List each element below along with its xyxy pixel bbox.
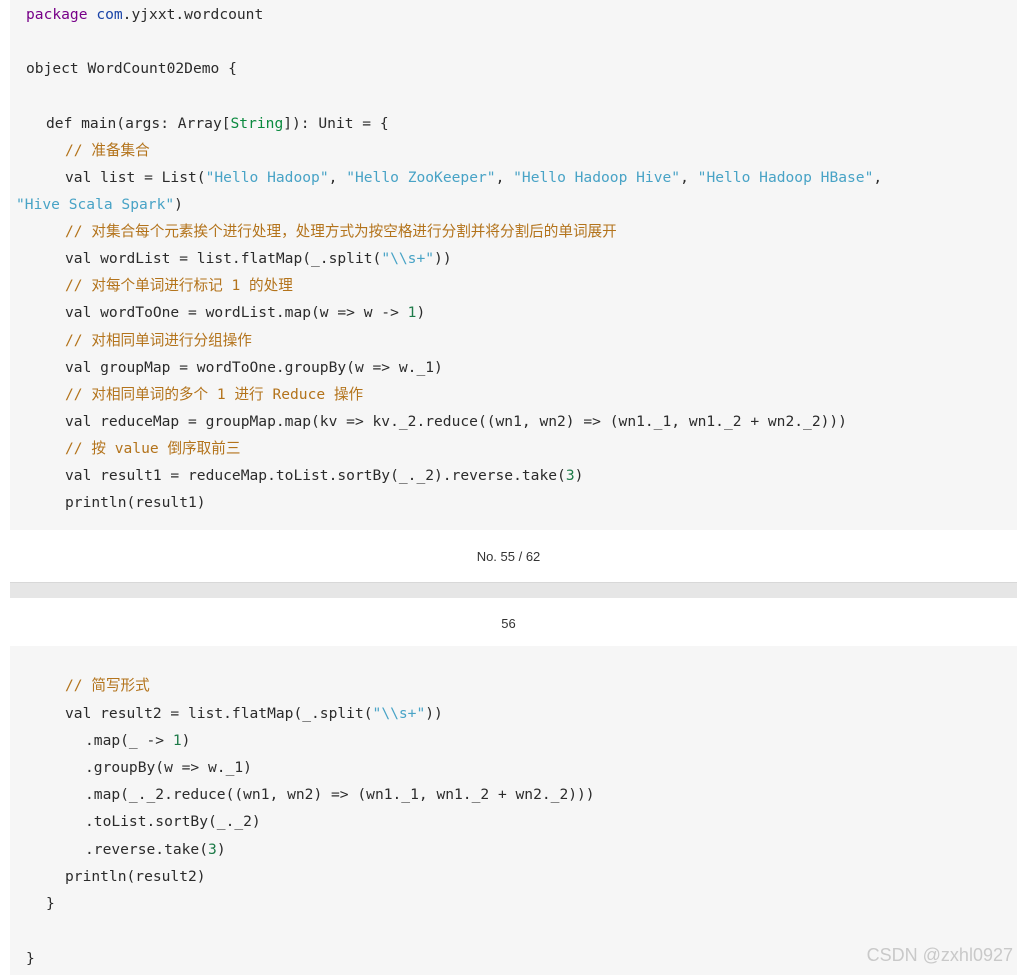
val-list-prefix: val list = List( [65, 169, 206, 186]
comment-group: // 对相同单词进行分组操作 [65, 332, 252, 349]
wordtoone-line: val wordToOne = wordList.map(w => w -> 1… [65, 302, 425, 324]
result1-number: 3 [565, 467, 575, 484]
csdn-watermark: CSDN @zxhl0927 [866, 945, 1013, 965]
wordlist-regex: "\\s+" [381, 250, 435, 267]
groupmap-line: val groupMap = wordToOne.groupBy(w => w.… [65, 359, 443, 376]
package-rest: .yjxxt.wordcount [122, 6, 264, 23]
println-result1: println(result1) [65, 494, 206, 511]
println-result2: println(result2) [65, 868, 206, 885]
result2-suffix: )) [425, 705, 443, 722]
comment-mark-one: // 对每个单词进行标记 1 的处理 [65, 277, 293, 294]
groupby-line: .groupBy(w => w._1) [85, 759, 252, 776]
map1-line: .map(_ -> 1) [85, 730, 190, 752]
list-item-1: "Hello Hadoop" [205, 169, 329, 186]
take-suffix: ) [216, 841, 226, 858]
map1-number: 1 [172, 732, 182, 749]
main-line: def main(args: Array[String]): Unit = { [46, 113, 389, 135]
object-keyword: object [26, 60, 79, 77]
code-block-page-55: package com.yjxxt.wordcount object WordC… [10, 0, 1017, 530]
main-signature-2: ]): Unit = { [283, 115, 389, 132]
list-sep-3: , [680, 169, 698, 186]
result2-line: val result2 = list.flatMap(_.split("\\s+… [65, 703, 443, 725]
code-block-page-56: // 简写形式 val result2 = list.flatMap(_.spl… [10, 646, 1017, 975]
main-signature-1: main(args: Array[ [72, 115, 231, 132]
sortby-line: .toList.sortBy(_._2) [85, 813, 261, 830]
def-keyword: def [46, 115, 73, 132]
page-number: 56 [501, 616, 516, 631]
result2-prefix: val result2 = list.flatMap(_.split( [65, 705, 373, 722]
comment-flatmap: // 对集合每个元素挨个进行处理，处理方式为按空格进行分割并将分割后的单词展开 [65, 223, 617, 240]
object-rest: WordCount02Demo { [78, 60, 237, 77]
wordtoone-prefix: val wordToOne = wordList.map(w => w -> [65, 304, 408, 321]
list-close: ) [174, 196, 183, 213]
result1-line: val result1 = reduceMap.toList.sortBy(_.… [65, 465, 583, 487]
page-footer: No. 55 / 62 [476, 549, 541, 564]
wordlist-prefix: val wordList = list.flatMap(_.split( [65, 250, 382, 267]
comment-prepare-list: // 准备集合 [65, 142, 150, 159]
object-line: object WordCount02Demo { [26, 58, 237, 80]
list-sep-4: , [873, 169, 883, 186]
list-sep-2: , [495, 169, 514, 186]
map1-suffix: ) [181, 732, 191, 749]
comment-shorthand: // 简写形式 [65, 677, 150, 694]
take-number: 3 [208, 841, 217, 858]
result1-prefix: val result1 = reduceMap.toList.sortBy(_.… [65, 467, 566, 484]
wordlist-suffix: )) [434, 250, 452, 267]
list-item-4: "Hello Hadoop HBase" [697, 169, 874, 186]
comment-top-three: // 按 value 倒序取前三 [65, 440, 241, 457]
string-type: String [230, 115, 284, 132]
result1-suffix: ) [574, 467, 584, 484]
take-prefix: .reverse.take( [85, 841, 209, 858]
package-name: com [96, 6, 123, 23]
list-item-5: "Hive Scala Spark" [16, 196, 175, 213]
val-list-wrap-line: "Hive Scala Spark") [16, 194, 183, 216]
list-item-3: "Hello Hadoop Hive" [513, 169, 681, 186]
reducemap-line: val reduceMap = groupMap.map(kv => kv._2… [65, 413, 847, 430]
close-object-brace: } [26, 950, 35, 967]
wordtoone-suffix: ) [416, 304, 426, 321]
page-separator [10, 582, 1017, 598]
map2-line: .map(_._2.reduce((wn1, wn2) => (wn1._1, … [85, 786, 595, 803]
package-keyword: package [26, 6, 88, 23]
comment-reduce: // 对相同单词的多个 1 进行 Reduce 操作 [65, 386, 364, 403]
list-item-2: "Hello ZooKeeper" [346, 169, 496, 186]
package-line: package com.yjxxt.wordcount [26, 4, 263, 26]
list-sep-1: , [328, 169, 347, 186]
result2-regex: "\\s+" [372, 705, 426, 722]
wordlist-line: val wordList = list.flatMap(_.split("\\s… [65, 248, 452, 270]
val-list-line: val list = List("Hello Hadoop", "Hello Z… [65, 167, 882, 189]
page-55: package com.yjxxt.wordcount object WordC… [0, 0, 1017, 582]
take-line: .reverse.take(3) [85, 839, 226, 861]
close-main-brace: } [46, 895, 55, 912]
map1-prefix: .map(_ -> [85, 732, 173, 749]
